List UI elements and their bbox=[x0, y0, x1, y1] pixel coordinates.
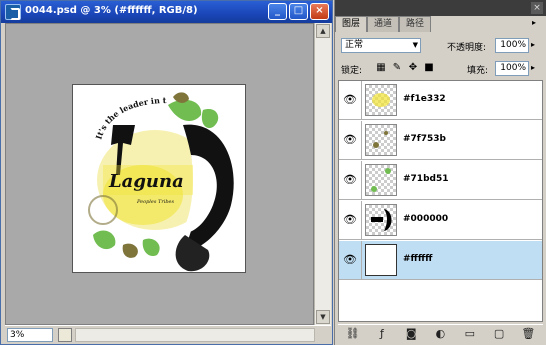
zoom-field[interactable]: 3% bbox=[7, 328, 53, 342]
layer-thumbnail bbox=[365, 204, 397, 236]
tab-channels[interactable]: 通道 bbox=[367, 16, 400, 32]
scroll-down-arrow-icon[interactable]: ▼ bbox=[316, 310, 330, 324]
artwork-main-word: Laguna bbox=[108, 171, 184, 192]
eye-icon[interactable]: 👁 bbox=[343, 213, 357, 227]
opacity-input[interactable]: 100% bbox=[495, 38, 529, 53]
delete-layer-icon[interactable]: 🗑 bbox=[521, 327, 535, 341]
window-buttons: _ □ × bbox=[268, 3, 329, 20]
lock-paint-icon[interactable]: ✎ bbox=[391, 62, 403, 74]
layer-thumbnail bbox=[365, 164, 397, 196]
panel-header[interactable]: × bbox=[335, 0, 546, 16]
adjustment-layer-icon[interactable]: ◐ bbox=[433, 327, 447, 341]
layer-name: #71bd51 bbox=[403, 174, 449, 184]
vertical-scrollbar[interactable]: ▲ ▼ bbox=[314, 23, 331, 325]
eye-icon[interactable]: 👁 bbox=[343, 173, 357, 187]
photoshop-document-icon bbox=[5, 4, 21, 20]
lock-all-icon[interactable]: ■ bbox=[423, 62, 435, 74]
layer-row-selected[interactable]: 👁 #ffffff bbox=[339, 241, 542, 280]
blend-mode-select[interactable]: 正常 ▼ bbox=[341, 38, 421, 53]
artboard[interactable]: It's the leader in the California Laguna… bbox=[72, 84, 246, 273]
layer-name: #ffffff bbox=[403, 254, 433, 264]
blend-mode-value: 正常 bbox=[345, 40, 364, 50]
layer-name: #f1e332 bbox=[403, 94, 446, 104]
fill-label: 填充: bbox=[467, 66, 489, 76]
panel-menu-icon[interactable]: ▸ bbox=[528, 18, 540, 30]
lock-transparency-icon[interactable]: ▦ bbox=[375, 62, 387, 74]
status-bar: 3% bbox=[5, 325, 331, 343]
eye-icon[interactable]: 👁 bbox=[343, 253, 357, 267]
layer-row[interactable]: 👁 #71bd51 bbox=[339, 161, 542, 200]
opacity-arrow-icon[interactable]: ▸ bbox=[531, 40, 535, 49]
layers-panel: × 图层 通道 路径 ▸ 正常 ▼ 不透明度: 100% ▸ 锁定: ▦ ✎ ✥… bbox=[334, 0, 546, 345]
chevron-down-icon: ▼ bbox=[412, 41, 418, 49]
lock-row: 锁定: ▦ ✎ ✥ ■ 填充: 100% ▸ bbox=[339, 60, 545, 78]
tab-layers[interactable]: 图层 bbox=[335, 16, 368, 32]
layer-list: 👁 #f1e332 👁 #7f753b 👁 #71bd51 👁 #000000 … bbox=[338, 80, 543, 322]
canvas-area[interactable]: It's the leader in the California Laguna… bbox=[5, 23, 314, 325]
eye-icon[interactable]: 👁 bbox=[343, 133, 357, 147]
artwork-illustration: It's the leader in the California Laguna… bbox=[73, 85, 234, 272]
link-layers-icon[interactable]: ⛓ bbox=[346, 327, 360, 341]
lock-move-icon[interactable]: ✥ bbox=[407, 62, 419, 74]
layer-name: #7f753b bbox=[403, 134, 446, 144]
tab-paths[interactable]: 路径 bbox=[399, 16, 432, 32]
layer-style-icon[interactable]: ƒ bbox=[375, 327, 389, 341]
layer-thumbnail bbox=[365, 124, 397, 156]
layer-name: #000000 bbox=[403, 214, 449, 224]
document-titlebar[interactable]: 0044.psd @ 3% (#ffffff, RGB/8) _ □ × bbox=[1, 1, 332, 23]
horizontal-scrollbar[interactable] bbox=[75, 328, 315, 342]
panel-bottom-toolbar: ⛓ ƒ ◙ ◐ ▭ ▢ 🗑 bbox=[338, 324, 543, 342]
new-layer-icon[interactable]: ▢ bbox=[492, 327, 506, 341]
close-button[interactable]: × bbox=[310, 3, 329, 20]
layer-row[interactable]: 👁 #7f753b bbox=[339, 121, 542, 160]
layer-row[interactable]: 👁 #f1e332 bbox=[339, 81, 542, 120]
layer-row[interactable]: 👁 #000000 bbox=[339, 201, 542, 240]
fill-input[interactable]: 100% bbox=[495, 61, 529, 76]
maximize-button[interactable]: □ bbox=[289, 3, 308, 20]
minimize-button[interactable]: _ bbox=[268, 3, 287, 20]
document-title: 0044.psd @ 3% (#ffffff, RGB/8) bbox=[25, 5, 198, 16]
eye-icon[interactable]: 👁 bbox=[343, 93, 357, 107]
document-window: 0044.psd @ 3% (#ffffff, RGB/8) _ □ × It'… bbox=[0, 0, 333, 345]
panel-close-icon[interactable]: × bbox=[531, 2, 543, 14]
lock-label: 锁定: bbox=[341, 66, 363, 76]
layer-thumbnail bbox=[365, 84, 397, 116]
layer-mask-icon[interactable]: ◙ bbox=[404, 327, 418, 341]
blend-row: 正常 ▼ 不透明度: 100% ▸ bbox=[339, 36, 545, 56]
fill-arrow-icon[interactable]: ▸ bbox=[531, 63, 535, 72]
artwork-sub-word: Peoples Tribes bbox=[136, 199, 175, 205]
opacity-label: 不透明度: bbox=[447, 43, 487, 53]
new-group-icon[interactable]: ▭ bbox=[463, 327, 477, 341]
layer-thumbnail bbox=[365, 244, 397, 276]
status-info-icon[interactable] bbox=[58, 328, 72, 342]
scroll-up-arrow-icon[interactable]: ▲ bbox=[316, 24, 330, 38]
panel-tabs: 图层 通道 路径 bbox=[335, 16, 432, 32]
